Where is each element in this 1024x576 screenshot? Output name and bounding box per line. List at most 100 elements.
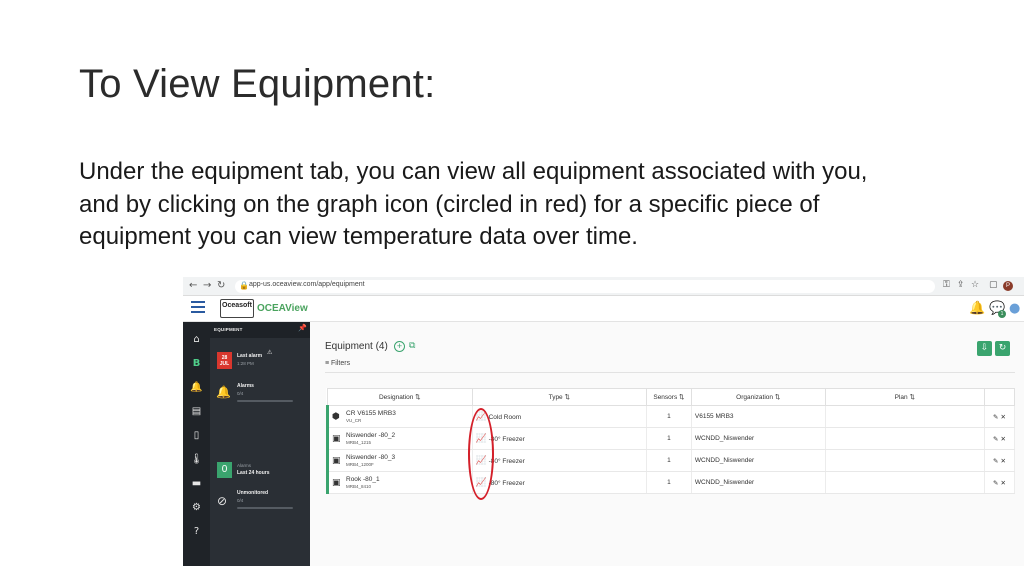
table-row[interactable]: ▣ Niswender -80_3 MRB4_1200F 📈 -80° Freeze… [326,449,1015,472]
edit-icon[interactable]: ✎ [993,457,998,465]
truck-icon[interactable]: ▬ [183,478,210,489]
equipment-organization: WCNDD_Niswender [691,427,826,450]
alarm-bell-icon: 🔔 [216,385,231,399]
notification-badge: 1 [998,310,1006,318]
delete-icon[interactable]: ✕ [1001,479,1006,487]
share-icon[interactable]: ⇪ [957,280,965,290]
equipment-plan [825,405,986,428]
unmonitored-icon: ⊘ [217,494,228,508]
help-icon[interactable]: ? [183,526,210,537]
col-plan[interactable]: Plan ⇅ [824,388,986,406]
warning-icon: ⚠ [267,349,273,356]
filters-toggle[interactable]: ≡ Filters [325,360,350,367]
thermometer-icon[interactable]: 🌡 [183,454,210,465]
freezer-icon: ▣ [332,433,341,444]
table-row[interactable]: ⬢ CR V6155 MRB3 VU_CR 📈 Cold Room 1 V6155 … [326,405,1015,428]
delete-icon[interactable]: ✕ [1001,413,1006,421]
equipment-organization: WCNDD_Niswender [691,449,826,472]
equipment-code: VU_CR [346,417,362,423]
alarms-24h-value: 0 [217,462,232,478]
back-icon[interactable]: ← [189,280,197,292]
app-screenshot: ← → ↻ 🔒 app-us.oceaview.com/app/equipmen… [183,277,1024,566]
extension-icon[interactable]: ▢ [989,280,998,290]
equipment-plan [825,427,986,450]
add-equipment-button[interactable]: + [394,341,405,352]
pin-icon[interactable]: 📌 [298,324,307,332]
edit-icon[interactable]: ✎ [993,435,998,443]
equipment-icon[interactable]: B [183,358,210,369]
col-type-label: Type [548,394,563,401]
col-organization-label: Organization [736,394,774,401]
alarms-label: Alarms [237,383,254,389]
last-alarm-label: Last alarm [237,353,263,359]
delete-icon[interactable]: ✕ [1001,435,1006,443]
col-designation[interactable]: Designation ⇅ [327,388,473,406]
equipment-type: -80° Freezer [488,479,525,487]
sensor-count: 1 [646,471,692,494]
app-header: Oceasoft OCEAView 🔔 💬 1 ● [183,296,1024,322]
menu-icon[interactable] [191,301,205,315]
unmonitored-count: 0/4 [237,498,244,503]
equipment-organization: WCNDD_Niswender [691,471,826,494]
table-row[interactable]: ▣ Rook -80_1 MRB4_8410 📈 -80° Freezer 1 WC… [326,471,1015,494]
equipment-type: -80° Freezer [488,435,525,443]
user-icon[interactable]: ● [1009,301,1020,316]
slide-body: Under the equipment tab, you can view al… [79,158,868,250]
table-row[interactable]: ▣ Niswender -80_2 MRB4_1215 📈 -80° Freezer… [326,427,1015,450]
panel-header: EQUIPMENT 📌 [210,322,310,338]
star-icon[interactable]: ☆ [971,280,979,290]
cold-room-icon: ⬢ [332,411,340,422]
last-24-hours-label: Last 24 hours [237,470,270,476]
delete-icon[interactable]: ✕ [1001,457,1006,465]
home-icon[interactable]: ⌂ [183,334,210,345]
edit-icon[interactable]: ✎ [993,479,998,487]
equipment-type: -80° Freezer [488,457,525,465]
download-button[interactable]: ⇩ [977,341,992,356]
address-bar[interactable]: 🔒 app-us.oceaview.com/app/equipment [235,280,935,293]
col-actions [984,388,1015,406]
browser-toolbar: ← → ↻ 🔒 app-us.oceaview.com/app/equipmen… [183,277,1024,296]
equipment-name: CR V6155 MRB3 [346,409,396,417]
equipment-code: MRB4_8410 [346,483,372,489]
unmonitored-progress [237,507,293,509]
edit-icon[interactable]: ✎ [993,413,998,421]
col-organization[interactable]: Organization ⇅ [690,388,826,406]
slide-title: To View Equipment: [79,62,436,106]
duplicate-icon[interactable]: ⧉ [409,341,415,351]
alarms-count: 0/4 [237,391,244,396]
equipment-code: MRB4_1200F [346,461,374,467]
sensor-icon[interactable]: ▯ [183,430,210,441]
equipment-title: Equipment (4) [325,341,388,352]
alarm-icon[interactable]: 🔔 [183,382,210,393]
col-designation-label: Designation [378,394,414,401]
bell-icon[interactable]: 🔔 [969,301,985,316]
unmonitored-label: Unmonitored [237,490,269,496]
key-icon[interactable]: ⚿ [943,280,950,290]
highlight-circle [468,408,494,500]
col-type[interactable]: Type ⇅ [471,388,647,406]
lock-icon: 🔒 [239,281,249,290]
gear-icon[interactable]: ⚙ [183,502,210,513]
profile-avatar[interactable]: P [1003,281,1013,291]
equipment-name: Rook -80_1 [346,475,380,483]
col-sensors-label: Sensors [653,394,678,401]
alarms-24h-label: Alarms [237,463,252,468]
document-icon[interactable]: ▤ [183,406,210,417]
last-alarm-date: 28 JUL [217,352,232,369]
equipment-type: Cold Room [488,413,522,421]
equipment-plan [825,471,986,494]
col-sensors[interactable]: Sensors ⇅ [645,388,692,406]
equipment-panel: EQUIPMENT 📌 28 JUL Last alarm ⚠ 1:28 PM … [210,322,310,566]
equipment-organization: V6155 MRB3 [691,405,826,428]
panel-header-label: EQUIPMENT [214,327,243,332]
reload-icon[interactable]: ↻ [217,280,225,292]
freezer-icon: ▣ [332,477,341,488]
refresh-button[interactable]: ↻ [995,341,1010,356]
forward-icon[interactable]: → [203,280,211,292]
filters-divider [325,372,1015,373]
equipment-table: Designation ⇅ Type ⇅ Sensors ⇅ Organizat… [326,388,1015,494]
oceasoft-logo: Oceasoft [220,299,254,318]
equipment-name: Niswender -80_2 [346,431,396,439]
date-month: JUL [219,361,230,367]
equipment-plan [825,449,986,472]
